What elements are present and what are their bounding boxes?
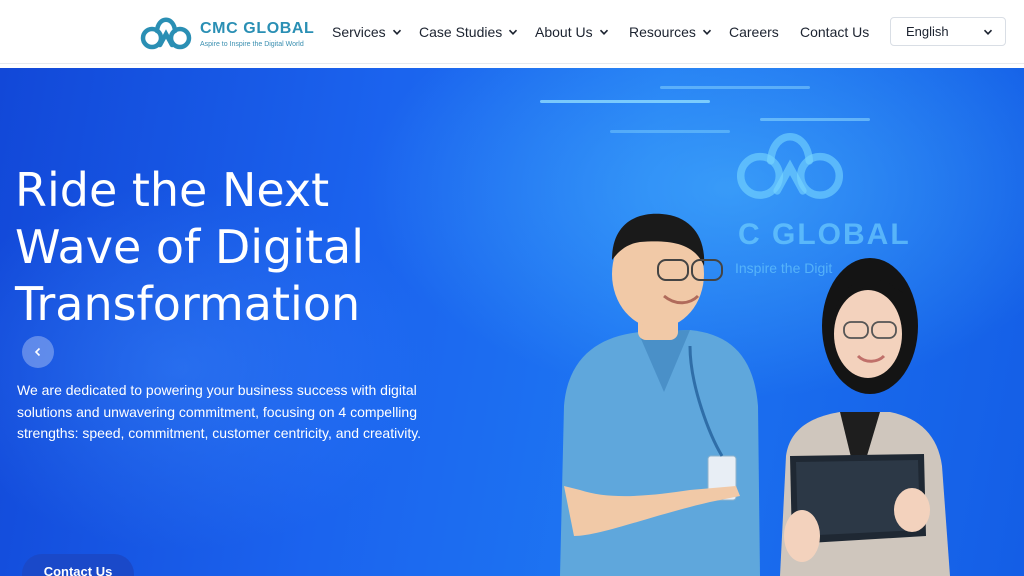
contact-us-button[interactable]: Contact Us — [22, 554, 134, 576]
language-select[interactable]: English — [890, 17, 1006, 46]
cmc-cloud-logo-icon — [140, 17, 192, 50]
woman-figure — [780, 258, 950, 576]
logo-name: CMC GLOBAL — [200, 20, 315, 37]
hero-title-line: Ride the Next — [15, 163, 330, 217]
hero-banner: C GLOBAL Inspire the Digit Ride the Next… — [0, 68, 1024, 576]
nav-label: Case Studies — [419, 24, 503, 40]
nav-label: About Us — [535, 24, 593, 40]
nav-about-us[interactable]: About Us — [535, 22, 609, 42]
nav-label: Careers — [729, 24, 779, 40]
nav-label: Contact Us — [800, 24, 870, 40]
nav-label: Resources — [629, 24, 696, 40]
man-figure — [560, 213, 760, 576]
nav-label: Services — [332, 24, 386, 40]
site-logo[interactable]: CMC GLOBAL Aspire to Inspire the Digital… — [138, 10, 315, 54]
language-value: English — [906, 24, 949, 39]
nav-resources[interactable]: Resources — [629, 22, 712, 42]
hero-title-line: Wave of Digital — [15, 220, 365, 274]
chevron-down-icon — [702, 29, 711, 35]
nav-contact-us[interactable]: Contact Us — [800, 22, 869, 42]
chevron-down-icon — [599, 29, 608, 35]
light-streak — [540, 100, 710, 103]
site-header: CMC GLOBAL Aspire to Inspire the Digital… — [0, 0, 1024, 64]
chevron-down-icon — [983, 29, 993, 35]
chevron-down-icon — [392, 29, 401, 35]
light-streak — [660, 86, 810, 89]
chevron-down-icon — [509, 29, 518, 35]
nav-careers[interactable]: Careers — [729, 22, 779, 42]
hero-title-line: Transformation — [15, 277, 361, 331]
hero-description: We are dedicated to powering your busine… — [17, 382, 422, 441]
light-streak — [610, 130, 730, 133]
hero-title: Ride the Next Wave of Digital Transforma… — [15, 162, 495, 333]
carousel-prev-button[interactable] — [22, 336, 54, 368]
nav-services[interactable]: Services — [332, 22, 402, 42]
nav-case-studies[interactable]: Case Studies — [419, 22, 518, 42]
chevron-left-icon — [34, 347, 41, 357]
hero-people-image — [560, 213, 950, 576]
cta-label: Contact Us — [43, 564, 113, 576]
logo-tagline: Aspire to Inspire the Digital World — [200, 41, 304, 48]
